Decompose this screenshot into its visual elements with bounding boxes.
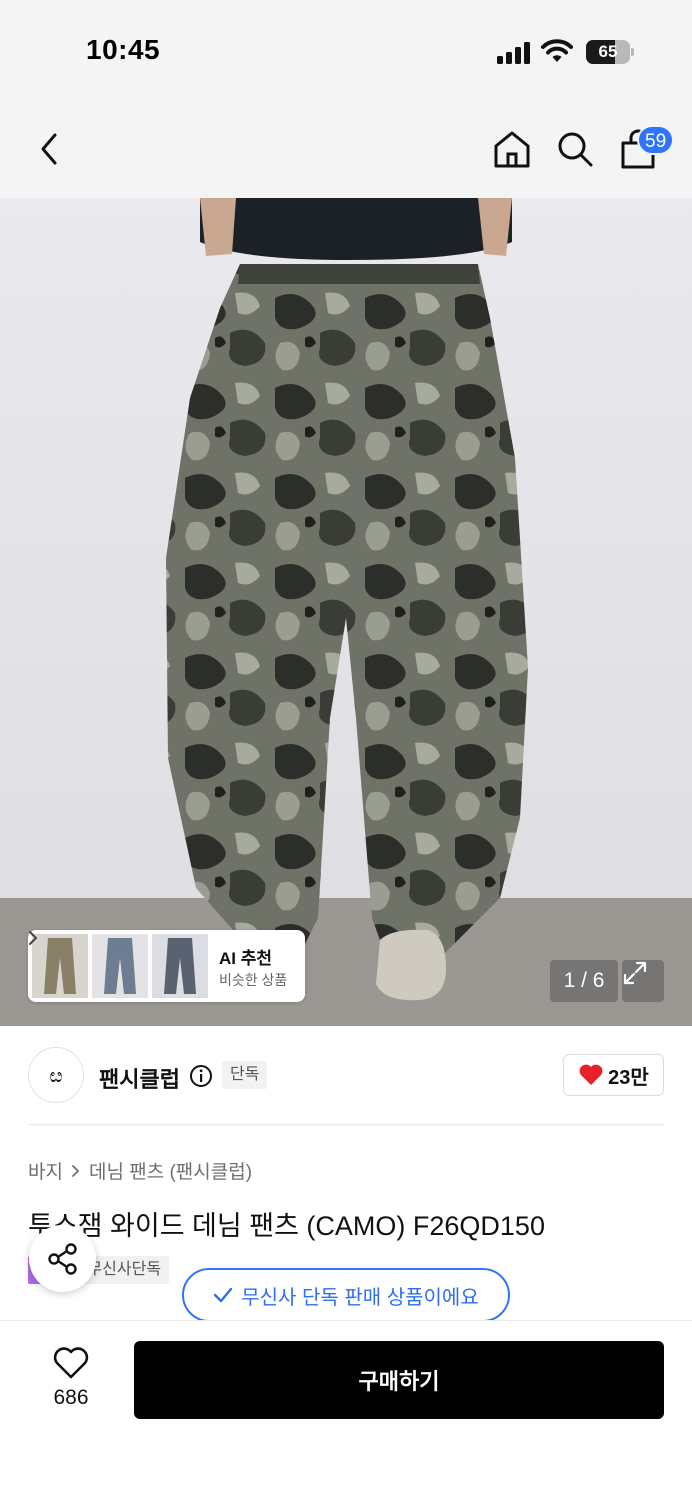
- ai-recommendation-card[interactable]: AI 추천 비슷한 상품: [28, 930, 305, 1002]
- brand-logo[interactable]: ೞ: [28, 1047, 84, 1103]
- search-button[interactable]: [554, 128, 596, 170]
- cellular-signal-icon: [497, 42, 530, 64]
- recommendation-thumbnail[interactable]: [32, 934, 88, 998]
- ai-card-subtitle: 비슷한 상품: [219, 972, 288, 988]
- exclusive-toast: 무신사 단독 판매 상품이에요: [182, 1268, 510, 1322]
- cart-count-badge: 59: [637, 125, 675, 155]
- divider: [28, 1124, 664, 1125]
- expand-icon: [623, 961, 647, 985]
- brand-like-count: 23만: [608, 1066, 649, 1089]
- battery-percent: 65: [598, 42, 618, 61]
- chevron-left-icon: [41, 133, 57, 165]
- top-navigation: [0, 100, 692, 198]
- share-icon: [47, 1242, 77, 1275]
- expand-image-button[interactable]: [622, 960, 664, 1002]
- wifi-icon: [541, 39, 573, 62]
- buy-button[interactable]: 구매하기: [134, 1341, 664, 1419]
- toast-text: 무신사 단독 판매 상품이에요: [241, 1286, 479, 1309]
- breadcrumb-subcategory[interactable]: 데님 팬츠 (팬시클럽): [89, 1157, 252, 1184]
- brand-like-button[interactable]: 23만: [563, 1054, 664, 1096]
- recommendation-thumbnail[interactable]: [152, 934, 208, 998]
- chevron-right-icon: [29, 931, 38, 945]
- back-button[interactable]: [28, 128, 70, 170]
- image-page-counter: 1 / 6: [550, 960, 618, 1002]
- heart-outline-icon: [53, 1347, 89, 1379]
- wishlist-count: 686: [53, 1386, 89, 1409]
- recommendation-thumbnail[interactable]: [92, 934, 148, 998]
- breadcrumb: 바지 데님 팬츠 (팬시클럽): [28, 1157, 252, 1184]
- wishlist-button[interactable]: 686: [38, 1342, 104, 1414]
- battery-icon: 65: [586, 40, 634, 64]
- status-time: 10:45: [86, 34, 161, 65]
- chevron-right-icon: [72, 1164, 80, 1177]
- product-image[interactable]: AI 추천 비슷한 상품 1 / 6: [0, 198, 692, 1026]
- brand-name[interactable]: 팬시클럽: [99, 1062, 180, 1094]
- heart-filled-icon: [579, 1064, 603, 1085]
- product-photo: [0, 198, 692, 1026]
- share-button[interactable]: [29, 1225, 96, 1292]
- status-bar: 10:45 65: [0, 0, 692, 100]
- home-button[interactable]: [491, 128, 533, 170]
- product-title: 투스잼 와이드 데님 팬츠 (CAMO) F26QD150: [28, 1211, 545, 1241]
- ai-card-title: AI 추천: [219, 949, 273, 968]
- home-icon: [494, 131, 530, 168]
- info-icon[interactable]: [189, 1064, 213, 1088]
- exclusive-badge: 단독: [222, 1061, 268, 1089]
- search-icon: [558, 132, 593, 167]
- check-icon: [214, 1287, 233, 1303]
- breadcrumb-category[interactable]: 바지: [28, 1157, 63, 1184]
